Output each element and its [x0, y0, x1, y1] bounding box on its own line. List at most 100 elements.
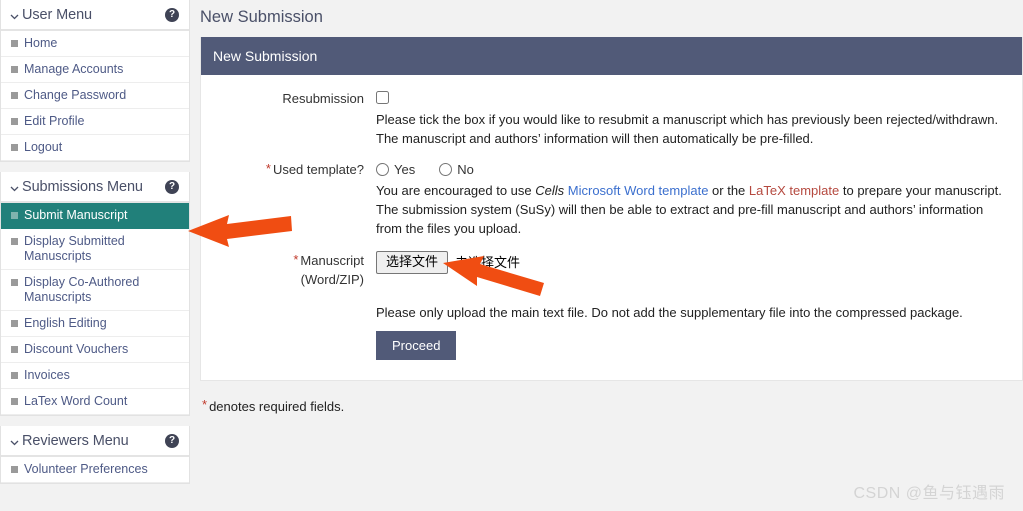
- sidebar-panel-title: User Menu: [22, 7, 93, 23]
- sidebar-item-label: Display Co-Authored Manuscripts: [24, 275, 140, 304]
- sidebar-item-manage-accounts[interactable]: Manage Accounts: [1, 57, 189, 83]
- square-bullet-icon: [11, 118, 18, 125]
- sidebar-item-label: Change Password: [24, 88, 127, 102]
- sidebar-item-english-editing[interactable]: English Editing: [1, 311, 189, 337]
- sidebar-menu-submissions: Submit Manuscript Display Submitted Manu…: [1, 203, 189, 415]
- sidebar-item-discount-vouchers[interactable]: Discount Vouchers: [1, 337, 189, 363]
- square-bullet-icon: [11, 238, 18, 245]
- chevron-down-icon[interactable]: [9, 437, 20, 448]
- sidebar-item-label: LaTex Word Count: [24, 394, 128, 408]
- sidebar-item-label: English Editing: [24, 316, 107, 330]
- sidebar-panel-reviewers-menu: Reviewers Menu ? Volunteer Preferences: [0, 426, 190, 484]
- proceed-button[interactable]: Proceed: [376, 331, 457, 360]
- square-bullet-icon: [11, 398, 18, 405]
- sidebar-item-home[interactable]: Home: [1, 31, 189, 57]
- sidebar-item-label: Manage Accounts: [24, 62, 124, 76]
- required-marker: *: [265, 161, 271, 176]
- sidebar-panel-title: Submissions Menu: [22, 179, 143, 195]
- question-mark-circle-icon[interactable]: ?: [165, 8, 179, 22]
- sidebar-item-label: Home: [24, 36, 58, 50]
- sidebar-menu-reviewers: Volunteer Preferences: [1, 457, 189, 483]
- resubmission-label: Resubmission: [282, 91, 364, 106]
- form-row-used-template: * Used template? Yes No You are encourage…: [201, 160, 1022, 238]
- sidebar-item-logout[interactable]: Logout: [1, 135, 189, 161]
- sidebar-item-label: Display Submitted Manuscripts: [24, 234, 125, 263]
- question-mark-circle-icon[interactable]: ?: [165, 180, 179, 194]
- required-fields-note: * denotes required fields.: [190, 381, 1023, 414]
- square-bullet-icon: [11, 372, 18, 379]
- manuscript-file-input[interactable]: 选择文件 未选择文件: [376, 251, 1008, 274]
- used-template-radio-no[interactable]: [439, 163, 453, 176]
- manuscript-label-line1: Manuscript: [300, 253, 364, 268]
- manuscript-help-text: Please only upload the main text file. D…: [376, 305, 963, 320]
- sidebar-item-label: Edit Profile: [24, 114, 85, 128]
- used-template-radio-yes[interactable]: [376, 163, 389, 176]
- resubmission-checkbox[interactable]: [376, 91, 389, 104]
- sidebar-item-latex-word-count[interactable]: LaTex Word Count: [1, 389, 189, 415]
- sidebar-panel-header-submissions-menu[interactable]: Submissions Menu ?: [1, 172, 189, 203]
- used-template-label-text: Used template?: [272, 162, 364, 177]
- sidebar-panel-header-reviewers-menu[interactable]: Reviewers Menu ?: [1, 426, 189, 457]
- required-marker: *: [293, 252, 299, 267]
- sidebar-panel-header-user-menu[interactable]: User Menu ?: [1, 0, 189, 31]
- microsoft-word-template-link[interactable]: Microsoft Word template: [564, 183, 709, 198]
- latex-template-link[interactable]: LaTeX template: [749, 183, 839, 198]
- square-bullet-icon: [11, 466, 18, 473]
- chevron-down-icon[interactable]: [9, 183, 20, 194]
- sidebar-item-volunteer-preferences[interactable]: Volunteer Preferences: [1, 457, 189, 483]
- sidebar-item-submit-manuscript[interactable]: Submit Manuscript: [1, 203, 189, 229]
- sidebar-item-edit-profile[interactable]: Edit Profile: [1, 109, 189, 135]
- used-template-radio-group: Yes No: [376, 160, 1008, 179]
- required-marker: *: [202, 397, 208, 412]
- form-row-manuscript: * Manuscript (Word/ZIP) 选择文件 未选择文件 Please…: [201, 251, 1022, 360]
- main-content: New Submission New Submission Resubmissi…: [190, 0, 1023, 511]
- square-bullet-icon: [11, 346, 18, 353]
- sidebar-panel-submissions-menu: Submissions Menu ? Submit Manuscript Dis…: [0, 172, 190, 416]
- sidebar-item-display-submitted-manuscripts[interactable]: Display Submitted Manuscripts: [1, 229, 189, 270]
- sidebar-menu-user: Home Manage Accounts Change Password Edi…: [1, 31, 189, 161]
- sidebar-item-label: Volunteer Preferences: [24, 462, 148, 476]
- card-body: Resubmission Please tick the box if you …: [201, 75, 1022, 380]
- manuscript-field: 选择文件 未选择文件 Please only upload the main t…: [376, 251, 1022, 360]
- sidebar-item-label: Discount Vouchers: [24, 342, 129, 356]
- square-bullet-icon: [11, 144, 18, 151]
- square-bullet-icon: [11, 279, 18, 286]
- help-text-part-1: You are encouraged to use: [376, 183, 536, 198]
- app-root: User Menu ? Home Manage Accounts Change …: [0, 0, 1023, 511]
- used-template-help-text: You are encouraged to use Cells Microsof…: [376, 181, 1008, 238]
- watermark: CSDN @鱼与钰遇雨: [853, 485, 1005, 502]
- choose-file-button[interactable]: 选择文件: [376, 251, 449, 274]
- used-template-option-label-no: No: [457, 162, 474, 177]
- sidebar: User Menu ? Home Manage Accounts Change …: [0, 0, 190, 494]
- used-template-label: * Used template?: [201, 160, 376, 179]
- square-bullet-icon: [11, 66, 18, 73]
- sidebar-item-invoices[interactable]: Invoices: [1, 363, 189, 389]
- square-bullet-icon: [11, 320, 18, 327]
- resubmission-help-text: Please tick the box if you would like to…: [376, 112, 999, 146]
- question-mark-circle-icon[interactable]: ?: [165, 434, 179, 448]
- new-submission-card: New Submission Resubmission Please tick …: [200, 37, 1023, 381]
- square-bullet-icon: [11, 212, 18, 219]
- help-text-part-2: or the: [708, 183, 749, 198]
- sidebar-panel-user-menu: User Menu ? Home Manage Accounts Change …: [0, 0, 190, 162]
- sidebar-item-label: Submit Manuscript: [24, 208, 128, 222]
- journal-name: Cells: [535, 183, 565, 198]
- square-bullet-icon: [11, 40, 18, 47]
- file-status-label: 未选择文件: [455, 255, 521, 270]
- sidebar-item-label: Logout: [24, 140, 63, 154]
- used-template-option-label-yes: Yes: [394, 162, 416, 177]
- sidebar-panel-title: Reviewers Menu: [22, 433, 129, 449]
- chevron-down-icon[interactable]: [9, 11, 20, 22]
- form-row-resubmission: Resubmission Please tick the box if you …: [201, 89, 1022, 148]
- required-note-text: denotes required fields.: [209, 399, 345, 414]
- sidebar-item-label: Invoices: [24, 368, 70, 382]
- page-title: New Submission: [200, 8, 323, 26]
- resubmission-field: Please tick the box if you would like to…: [376, 89, 1022, 148]
- sidebar-item-change-password[interactable]: Change Password: [1, 83, 189, 109]
- manuscript-label: * Manuscript (Word/ZIP): [201, 251, 376, 289]
- card-header-title: New Submission: [201, 37, 1022, 75]
- used-template-field: Yes No You are encouraged to use Cells M…: [376, 160, 1022, 238]
- square-bullet-icon: [11, 92, 18, 99]
- sidebar-item-display-co-authored-manuscripts[interactable]: Display Co-Authored Manuscripts: [1, 270, 189, 311]
- manuscript-label-line2: (Word/ZIP): [300, 272, 364, 287]
